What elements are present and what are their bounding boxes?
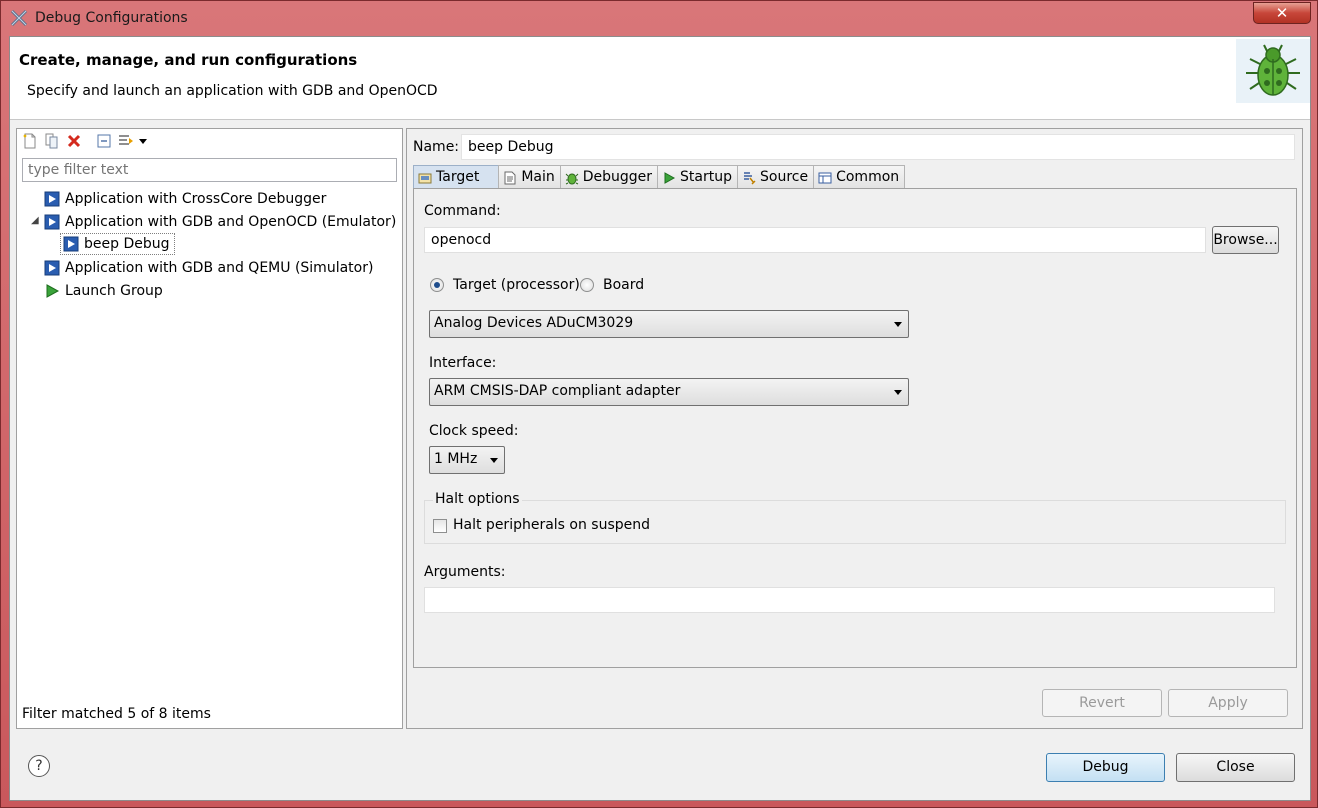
tab-label: Target	[436, 169, 480, 185]
arguments-input[interactable]	[424, 587, 1275, 613]
tree-item-crosscore[interactable]: Application with CrossCore Debugger	[44, 188, 326, 209]
tab-target[interactable]: Target	[413, 165, 500, 189]
target-select[interactable]: Analog Devices ADuCM3029	[429, 310, 909, 338]
tree-item-label: Application with GDB and QEMU (Simulator…	[65, 259, 374, 276]
tree-item-label: Launch Group	[65, 282, 163, 299]
tree-item-label: Application with GDB and OpenOCD (Emulat…	[65, 213, 397, 230]
halt-options-title: Halt options	[433, 491, 522, 507]
window-close-button[interactable]: ✕	[1253, 2, 1311, 24]
main-icon	[504, 171, 516, 185]
tree-item-gdb-openocd[interactable]: Application with GDB and OpenOCD (Emulat…	[44, 211, 396, 232]
arguments-label: Arguments:	[424, 564, 506, 580]
tab-debugger[interactable]: Debugger	[559, 165, 659, 189]
startup-icon	[664, 172, 676, 184]
eclipse-cross-icon	[10, 9, 28, 27]
collapse-all-icon[interactable]	[95, 132, 113, 150]
dialog-body: Create, manage, and run configurations S…	[9, 36, 1311, 801]
board-label: Board	[603, 277, 645, 293]
interface-select[interactable]: ARM CMSIS-DAP compliant adapter	[429, 378, 909, 406]
target-processor-label: Target (processor)	[453, 277, 580, 293]
delete-icon[interactable]	[65, 132, 83, 150]
revert-button[interactable]: Revert	[1042, 689, 1162, 717]
debug-bug-icon	[1236, 39, 1310, 103]
clock-speed-select-value: 1 MHz	[434, 451, 478, 467]
filter-status: Filter matched 5 of 8 items	[22, 706, 211, 722]
halt-peripherals-label: Halt peripherals on suspend	[453, 517, 651, 533]
source-icon	[744, 172, 756, 185]
dropdown-icon[interactable]	[137, 132, 149, 150]
dialog-header: Create, manage, and run configurations S…	[10, 37, 1310, 120]
duplicate-icon[interactable]	[43, 132, 61, 150]
tab-source[interactable]: Source	[737, 165, 815, 189]
halt-options-group: Halt options Halt peripherals on suspend	[424, 491, 1286, 544]
close-button[interactable]: Close	[1176, 753, 1295, 782]
chevron-down-icon	[894, 322, 902, 327]
tree-item-beep-debug[interactable]: beep Debug	[60, 233, 175, 255]
debugger-icon	[565, 173, 579, 185]
configurations-tree-panel: Application with CrossCore Debugger ◢ Ap…	[16, 128, 403, 729]
tab-label: Debugger	[582, 169, 653, 185]
target-processor-radio[interactable]	[430, 278, 444, 292]
filter-icon[interactable]	[117, 132, 135, 150]
window-title: Debug Configurations	[35, 10, 188, 26]
app-launch-icon	[44, 260, 60, 275]
chevron-down-icon	[490, 458, 498, 463]
config-tabs: Target Main Debugger Startup Source Comm…	[413, 165, 906, 189]
command-input[interactable]	[424, 227, 1206, 253]
tab-label: Source	[760, 169, 809, 185]
new-config-icon[interactable]	[21, 132, 39, 150]
expand-triangle-icon[interactable]: ◢	[31, 215, 39, 226]
debug-button[interactable]: Debug	[1046, 753, 1165, 782]
chevron-down-icon	[894, 390, 902, 395]
tab-main[interactable]: Main	[498, 165, 561, 189]
configuration-editor-panel: Name: Target Main	[406, 128, 1303, 729]
board-radio[interactable]	[580, 278, 594, 292]
name-input[interactable]	[461, 134, 1295, 160]
app-launch-icon	[44, 214, 60, 229]
app-launch-icon	[44, 191, 60, 206]
app-launch-icon	[63, 236, 79, 252]
tab-startup[interactable]: Startup	[657, 165, 738, 189]
help-icon[interactable]: ?	[28, 755, 50, 777]
browse-button[interactable]: Browse...	[1212, 226, 1279, 254]
page-subtitle: Specify and launch an application with G…	[27, 83, 438, 99]
debug-configurations-window: Debug Configurations ✕ Create, manage, a…	[0, 0, 1318, 808]
launch-group-icon	[46, 283, 60, 298]
tab-label: Main	[521, 169, 555, 185]
tab-common[interactable]: Common	[813, 165, 906, 189]
target-select-value: Analog Devices ADuCM3029	[434, 315, 634, 331]
filter-input[interactable]	[22, 158, 397, 182]
clock-speed-select[interactable]: 1 MHz	[429, 446, 505, 474]
target-icon	[418, 173, 432, 184]
page-title: Create, manage, and run configurations	[19, 51, 358, 69]
apply-button[interactable]: Apply	[1168, 689, 1288, 717]
tab-label: Startup	[680, 169, 732, 185]
interface-label: Interface:	[429, 355, 497, 371]
tree-item-label: Application with CrossCore Debugger	[65, 190, 327, 207]
interface-select-value: ARM CMSIS-DAP compliant adapter	[434, 383, 681, 399]
halt-peripherals-checkbox[interactable]	[433, 519, 447, 533]
clock-speed-label: Clock speed:	[429, 423, 519, 439]
title-bar[interactable]: Debug Configurations ✕	[1, 1, 1317, 35]
tree-item-gdb-qemu[interactable]: Application with GDB and QEMU (Simulator…	[44, 257, 373, 278]
target-tab-content: Command: Browse... Target (processor) Bo…	[413, 188, 1297, 668]
tree-item-launch-group[interactable]: Launch Group	[44, 280, 163, 301]
command-label: Command:	[424, 203, 501, 219]
common-icon	[818, 172, 832, 184]
tab-label: Common	[836, 169, 900, 185]
name-label: Name:	[413, 139, 460, 155]
tree-item-label: beep Debug	[84, 236, 170, 252]
